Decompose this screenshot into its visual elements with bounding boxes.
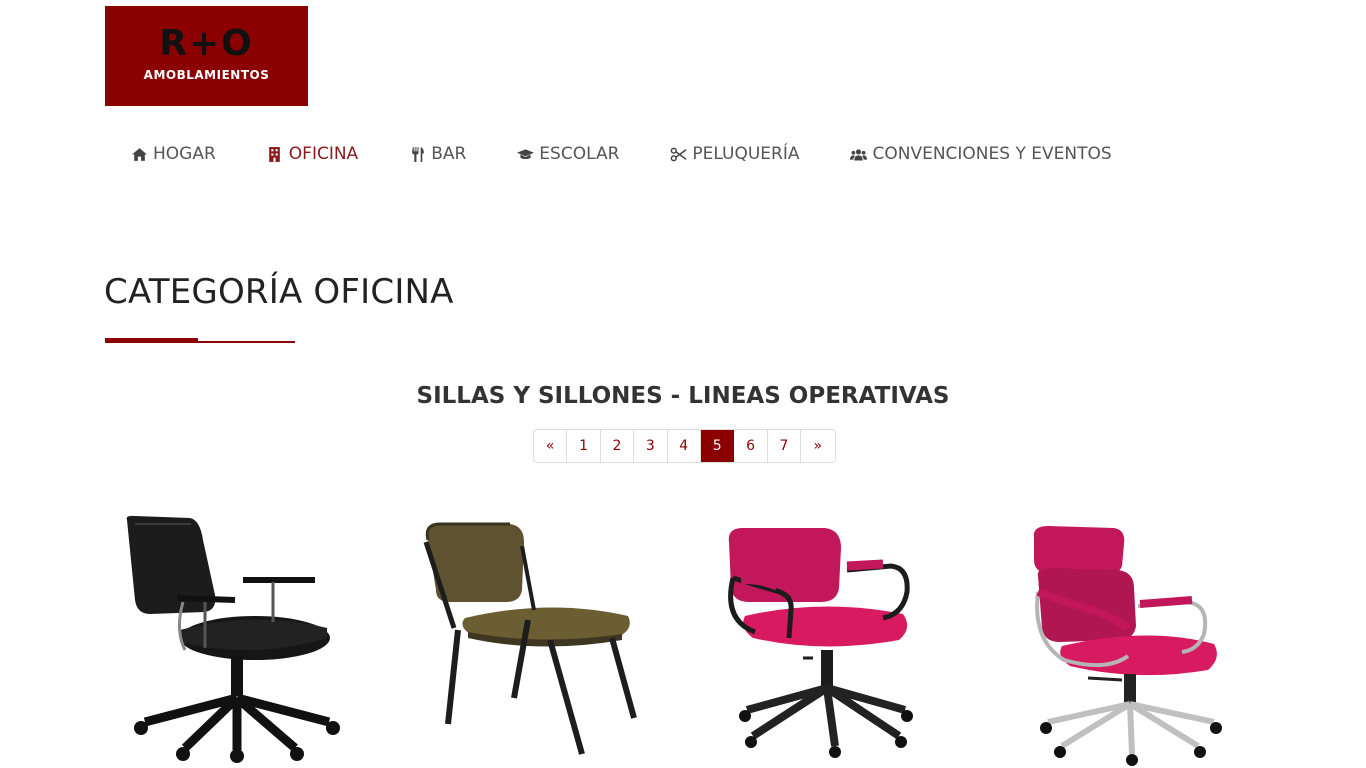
pagination-page-2[interactable]: 2: [600, 430, 635, 462]
cutlery-icon: [408, 145, 426, 163]
pagination-next[interactable]: »: [801, 430, 835, 462]
logo-main-text: R+O: [159, 23, 254, 64]
nav-item-bar[interactable]: BAR: [408, 144, 466, 164]
nav-item-peluqueria[interactable]: PELUQUERÍA: [669, 144, 799, 164]
nav-item-label: OFICINA: [288, 144, 359, 164]
product-image-magenta-armchair[interactable]: [713, 510, 953, 768]
brand-logo[interactable]: R+O AMOBLAMIENTOS: [105, 6, 308, 106]
nav-item-label: PELUQUERÍA: [692, 144, 800, 164]
pagination-page-6[interactable]: 6: [734, 430, 768, 462]
building-icon: [266, 145, 284, 163]
product-image-magenta-executive-chair[interactable]: [1018, 510, 1258, 768]
section-title: SILLAS Y SILLONES - LINEAS OPERATIVAS: [416, 383, 950, 409]
nav-item-oficina[interactable]: OFICINA: [266, 144, 358, 164]
nav-item-label: BAR: [431, 144, 467, 164]
main-nav: HOGAR OFICINA BAR ESCOLAR PELUQUERÍA CON…: [130, 140, 1162, 168]
pagination-page-4[interactable]: 4: [667, 430, 701, 462]
nav-item-label: ESCOLAR: [539, 144, 620, 164]
nav-item-label: HOGAR: [153, 144, 216, 164]
pagination-page-7[interactable]: 7: [767, 430, 802, 462]
product-image-black-operative-chair[interactable]: [105, 510, 345, 768]
users-icon: [849, 145, 867, 163]
nav-item-escolar[interactable]: ESCOLAR: [516, 144, 619, 164]
nav-item-label: CONVENCIONES Y EVENTOS: [872, 144, 1112, 164]
pagination-prev[interactable]: «: [534, 430, 568, 462]
pagination: « 1 2 3 4 5 6 7 »: [533, 429, 836, 463]
nav-item-hogar[interactable]: HOGAR: [130, 144, 216, 164]
product-image-olive-stacking-chair[interactable]: [410, 510, 650, 768]
graduation-cap-icon: [516, 145, 534, 163]
logo-sub-text: AMOBLAMIENTOS: [143, 68, 270, 82]
title-underline: [105, 338, 295, 344]
nav-item-convenciones[interactable]: CONVENCIONES Y EVENTOS: [849, 144, 1112, 164]
pagination-page-3[interactable]: 3: [634, 430, 668, 462]
page-title: CATEGORÍA OFICINA: [104, 272, 454, 312]
home-icon: [130, 145, 148, 163]
pagination-page-5[interactable]: 5: [700, 430, 735, 462]
scissors-icon: [669, 145, 687, 163]
pagination-page-1[interactable]: 1: [567, 430, 601, 462]
